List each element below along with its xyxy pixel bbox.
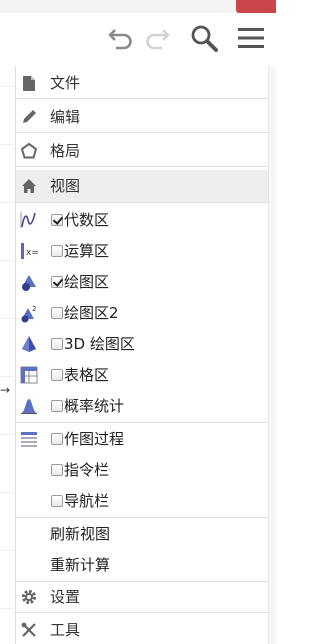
menu-label-tools: 工具 <box>50 620 81 639</box>
view-label-graphics: 绘图区 <box>64 272 110 291</box>
pentagon-icon <box>20 142 38 160</box>
view-item-cas[interactable]: x= 运算区 <box>16 235 268 266</box>
algebra-icon <box>19 210 39 230</box>
navigation-bar-checkbox[interactable] <box>51 494 63 507</box>
menu-item-tools[interactable]: 工具 <box>16 614 268 644</box>
menu-item-layout[interactable]: 格局 <box>16 136 268 167</box>
redo-icon[interactable] <box>142 23 172 53</box>
view-item-graphics2[interactable]: 2 绘图区2 <box>16 297 268 328</box>
view-item-spreadsheet[interactable]: 表格区 <box>16 359 268 390</box>
menu-item-file[interactable]: 文件 <box>16 68 268 99</box>
menu-label-settings: 设置 <box>50 588 81 606</box>
view-label-construction-protocol: 作图过程 <box>64 429 125 448</box>
graphics-icon <box>19 272 39 292</box>
cas-icon: x= <box>19 241 39 261</box>
view-item-input-bar[interactable]: 指令栏 <box>16 454 268 485</box>
view-label-graphics2: 绘图区2 <box>64 303 119 322</box>
algebra-checkbox[interactable] <box>51 213 63 226</box>
view-label-graphics3d: 3D 绘图区 <box>64 334 135 353</box>
hamburger-menu-icon[interactable] <box>236 23 266 53</box>
menu-item-settings[interactable]: 设置 <box>16 582 268 613</box>
graphics2-icon: 2 <box>19 303 39 323</box>
file-icon <box>20 74 38 92</box>
view-item-graphics3d[interactable]: 3D 绘图区 <box>16 328 268 359</box>
view-label-navigation-bar: 导航栏 <box>64 491 110 510</box>
view-item-graphics[interactable]: 绘图区 <box>16 266 268 297</box>
menu-label-edit: 编辑 <box>50 108 81 126</box>
view-item-construction-protocol[interactable]: 作图过程 <box>16 423 268 454</box>
menu-label-file: 文件 <box>50 74 81 92</box>
undo-icon[interactable] <box>106 23 136 53</box>
graphics-canvas[interactable]: → <box>0 66 16 644</box>
view-label-input-bar: 指令栏 <box>64 460 110 479</box>
menu-item-recompute[interactable]: 重新计算 <box>16 549 268 580</box>
gear-icon <box>20 588 38 606</box>
graphics3d-icon <box>19 334 39 354</box>
cas-checkbox[interactable] <box>51 244 63 257</box>
main-menu: 文件 编辑 格局 视图 代数区 x= 运算区 绘图区 2 绘图区2 3D 绘图区… <box>16 66 268 644</box>
view-item-navigation-bar[interactable]: 导航栏 <box>16 485 268 516</box>
refresh-views-label: 刷新视图 <box>50 524 111 543</box>
x-axis-arrow: → <box>0 383 11 397</box>
spreadsheet-icon <box>19 365 39 385</box>
menu-item-refresh-views[interactable]: 刷新视图 <box>16 518 268 549</box>
toolbar <box>0 13 276 66</box>
recompute-label: 重新计算 <box>50 555 111 574</box>
graphics-checkbox[interactable] <box>51 275 63 288</box>
home-icon <box>20 177 38 195</box>
tools-icon <box>20 621 38 639</box>
menu-label-view: 视图 <box>50 177 81 195</box>
pencil-icon <box>20 108 38 126</box>
scrollbar[interactable] <box>268 66 276 644</box>
construction-protocol-checkbox[interactable] <box>51 432 63 445</box>
graphics2-checkbox[interactable] <box>51 306 63 319</box>
menu-item-view[interactable]: 视图 <box>16 170 268 203</box>
app-window: → 文件 编辑 格局 视图 代数区 x= 运算区 绘图区 2 绘图区2 3D 绘… <box>0 0 276 644</box>
view-label-cas: 运算区 <box>64 241 110 260</box>
graphics3d-checkbox[interactable] <box>51 337 63 350</box>
construction-protocol-icon <box>19 429 39 449</box>
window-close-button[interactable] <box>236 0 276 13</box>
view-label-spreadsheet: 表格区 <box>64 365 110 384</box>
search-icon[interactable] <box>189 23 219 53</box>
menu-item-edit[interactable]: 编辑 <box>16 102 268 133</box>
view-item-algebra[interactable]: 代数区 <box>16 204 268 235</box>
probability-icon <box>19 396 39 416</box>
view-label-algebra: 代数区 <box>64 210 110 229</box>
input-bar-checkbox[interactable] <box>51 463 63 476</box>
svg-text:2: 2 <box>32 305 36 313</box>
view-item-probability[interactable]: 概率统计 <box>16 390 268 421</box>
probability-checkbox[interactable] <box>51 399 63 412</box>
spreadsheet-checkbox[interactable] <box>51 368 63 381</box>
menu-label-layout: 格局 <box>50 142 81 160</box>
view-label-probability: 概率统计 <box>64 396 125 415</box>
svg-text:x=: x= <box>26 248 39 258</box>
title-bar <box>0 0 276 13</box>
